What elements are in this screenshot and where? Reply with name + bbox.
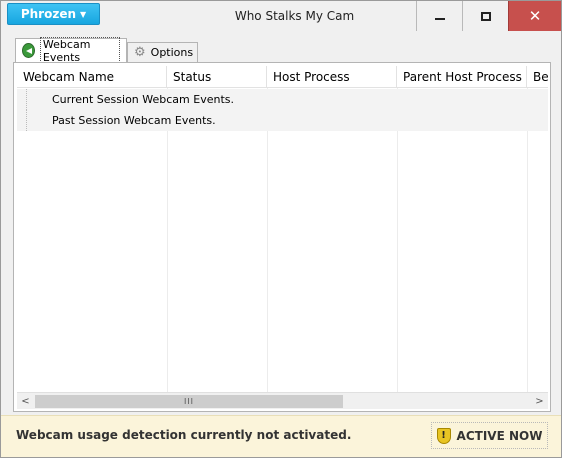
column-header-webcam-name[interactable]: Webcam Name [17,66,167,88]
scroll-right-icon[interactable]: > [531,393,548,410]
list-group-current-session[interactable]: Current Session Webcam Events. [17,89,548,110]
group-rows: Current Session Webcam Events. Past Sess… [17,89,548,131]
horizontal-scrollbar[interactable]: < III > [17,392,548,409]
close-button[interactable]: ✕ [508,1,561,31]
tab-label: Webcam Events [39,36,120,65]
column-divider [397,88,398,393]
shield-icon: ! [436,427,451,444]
grip-icon: III [183,397,195,406]
scroll-left-icon[interactable]: < [17,393,34,410]
webcam-events-panel: Webcam Name Status Host Process Parent H… [13,62,551,412]
minimize-button[interactable] [416,1,462,31]
gear-icon: ⚙ [134,45,146,60]
scrollbar-thumb[interactable]: III [35,395,343,408]
group-label: Past Session Webcam Events. [52,114,216,127]
maximize-button[interactable] [462,1,508,31]
list-header: Webcam Name Status Host Process Parent H… [17,66,548,88]
column-header-parent-host-process[interactable]: Parent Host Process [397,66,527,88]
tab-webcam-events[interactable]: Webcam Events [15,36,127,65]
column-divider [167,88,168,393]
status-bar: Webcam usage detection currently not act… [1,415,561,457]
column-header-host-process[interactable]: Host Process [267,66,397,88]
list-group-past-session[interactable]: Past Session Webcam Events. [17,110,548,131]
tree-line [26,89,50,110]
phrozen-menu-button[interactable]: Phrozen ▼ [7,3,100,25]
column-header-status[interactable]: Status [167,66,267,88]
column-header-be[interactable]: Be [527,66,548,88]
active-now-button[interactable]: ! ACTIVE NOW [431,422,548,449]
tree-line [26,110,50,131]
active-now-label: ACTIVE NOW [456,428,543,443]
status-message: Webcam usage detection currently not act… [16,428,352,442]
minimize-icon [434,18,445,20]
back-arrow-icon [22,43,35,58]
maximize-icon [480,11,491,21]
events-list[interactable]: Webcam Name Status Host Process Parent H… [17,66,548,393]
tab-options[interactable]: ⚙ Options [127,42,198,62]
group-label: Current Session Webcam Events. [52,93,234,106]
close-icon: ✕ [528,7,542,25]
tab-label: Options [150,46,194,59]
column-divider [267,88,268,393]
column-divider [527,88,528,393]
chevron-down-icon: ▼ [80,9,87,19]
app-window: Phrozen ▼ Who Stalks My Cam ✕ Webcam Eve… [0,0,562,458]
brand-label: Phrozen [20,7,76,21]
window-title: Who Stalks My Cam [234,9,355,23]
title-bar: Phrozen ▼ Who Stalks My Cam ✕ [1,1,561,31]
